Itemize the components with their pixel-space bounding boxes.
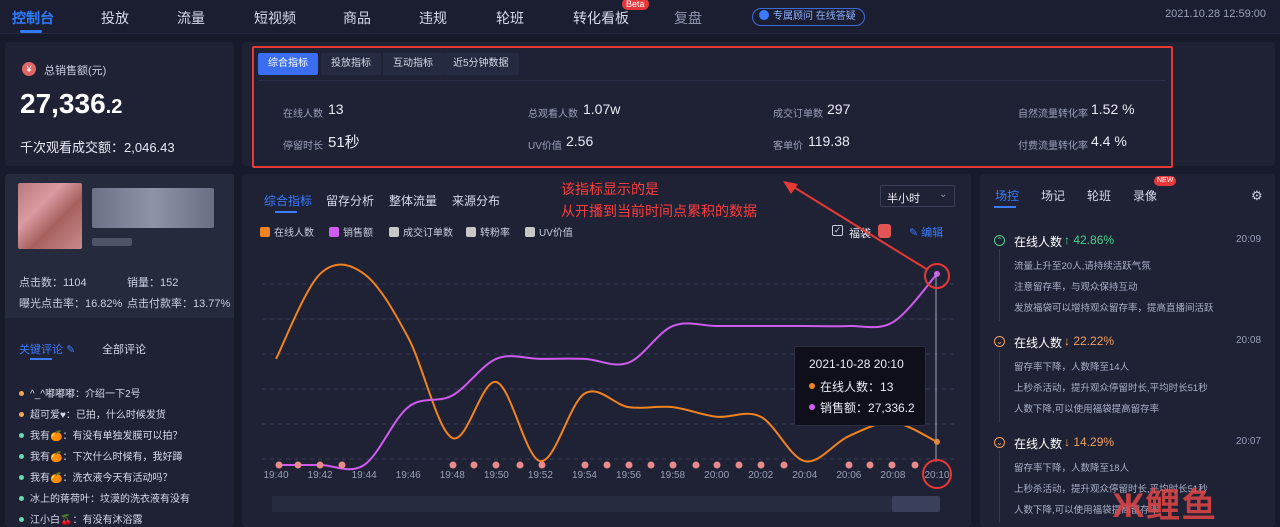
- event-marker[interactable]: [516, 461, 524, 469]
- tooltip-online-dot: [809, 383, 815, 389]
- event-marker[interactable]: [316, 461, 324, 469]
- event-time: 20:08: [1236, 335, 1262, 346]
- event-detail-line: 注意留存率，与观众保持互动: [1014, 282, 1138, 293]
- event-marker[interactable]: [647, 461, 655, 469]
- x-tick-label: 20:00: [704, 470, 730, 481]
- event-marker[interactable]: [780, 461, 788, 469]
- event-marker[interactable]: [757, 461, 765, 469]
- series-point-online[interactable]: [934, 438, 940, 445]
- event-marker[interactable]: [625, 461, 633, 469]
- event-title: 在线人数: [1014, 235, 1063, 249]
- tooltip-sales-row: 销售额：27,336.2: [809, 399, 915, 416]
- chart-tooltip: 2021-10-28 20:10 在线人数：13 销售额：27,336.2: [794, 346, 926, 426]
- x-tick-label: 19:58: [660, 470, 686, 481]
- trend-down-icon: ⌄: [994, 437, 1005, 448]
- timeline-connector: [999, 249, 1000, 321]
- x-tick-label: 19:56: [616, 470, 642, 481]
- annotation-line-2: 从开播到当前时间点累积的数据: [561, 203, 757, 219]
- x-tick-label: 20:06: [836, 470, 862, 481]
- tooltip-sales-dot: [809, 404, 815, 410]
- event-marker[interactable]: [866, 461, 874, 469]
- right-tab-indicator: [994, 206, 1016, 208]
- event-detail-line: 留存率下降，人数降至14人: [1014, 362, 1130, 373]
- event-title: 在线人数: [1014, 437, 1063, 451]
- x-tick-label: 19:52: [527, 470, 553, 481]
- event-marker[interactable]: [735, 461, 743, 469]
- event-marker[interactable]: [338, 461, 346, 469]
- gear-icon[interactable]: ⚙: [1251, 188, 1263, 204]
- event-detail-line: 人数下降,可以使用福袋提高留存率: [1014, 404, 1160, 415]
- event-marker[interactable]: [449, 461, 457, 469]
- x-tick-label: 20:04: [792, 470, 818, 481]
- tooltip-online-row: 在线人数：13: [809, 378, 893, 395]
- event-detail-line: 留存率下降，人数降至18人: [1014, 463, 1130, 474]
- x-tick-label: 20:02: [748, 470, 774, 481]
- event-change-percent: ↑ 42.86%: [1064, 233, 1115, 247]
- chart-markers: [275, 461, 919, 469]
- x-tick-label: 19:46: [395, 470, 421, 481]
- event-marker[interactable]: [911, 461, 919, 469]
- watermark-text: 鲤鱼: [1145, 487, 1218, 525]
- event-detail-line: 发放福袋可以增持观众留存率，提高直播间活跃: [1014, 303, 1214, 314]
- event-marker[interactable]: [294, 461, 302, 469]
- new-badge: NEW: [1154, 176, 1177, 186]
- event-detail-line: 流量上升至20人,请持续活跃气氛: [1014, 261, 1151, 272]
- x-tick-label: 19:42: [307, 470, 333, 481]
- x-tick-label: 20:10: [924, 470, 950, 481]
- annotation-arrow-line: [791, 185, 929, 271]
- chart-scrollbar-thumb[interactable]: [892, 496, 940, 512]
- event-marker[interactable]: [603, 461, 611, 469]
- event-title: 在线人数: [1014, 336, 1063, 350]
- event-marker[interactable]: [492, 461, 500, 469]
- event-marker[interactable]: [692, 461, 700, 469]
- tooltip-time: 2021-10-28 20:10: [809, 357, 904, 371]
- right-tab-shifts[interactable]: 轮班: [1087, 187, 1111, 204]
- trend-up-icon: ⌃: [994, 235, 1005, 246]
- right-tab-control[interactable]: 场控: [995, 187, 1019, 204]
- x-tick-label: 19:54: [571, 470, 597, 481]
- chart-scrollbar[interactable]: [272, 496, 940, 512]
- x-tick-label: 19:44: [351, 470, 377, 481]
- timeline-connector: [999, 451, 1000, 523]
- event-detail-line: 上秒杀活动，提升观众停留时长,平均时长51秒: [1014, 383, 1208, 394]
- event-time: 20:09: [1236, 234, 1262, 245]
- timeline-connector: [999, 350, 1000, 422]
- event-marker[interactable]: [713, 461, 721, 469]
- event-change-percent: ↓ 14.29%: [1064, 435, 1115, 449]
- event-marker[interactable]: [669, 461, 677, 469]
- x-tick-label: 19:50: [483, 470, 509, 481]
- event-time: 20:07: [1236, 436, 1262, 447]
- watermark-logo: Ж鲤鱼: [1113, 487, 1218, 525]
- x-tick-label: 19:40: [263, 470, 289, 481]
- right-tab-recordings[interactable]: 录像: [1133, 187, 1157, 204]
- event-change-percent: ↓ 22.22%: [1064, 334, 1115, 348]
- event-marker[interactable]: [845, 461, 853, 469]
- event-marker[interactable]: [538, 461, 546, 469]
- event-marker[interactable]: [470, 461, 478, 469]
- event-marker[interactable]: [888, 461, 896, 469]
- tooltip-sales-label: 销售额：: [820, 401, 869, 415]
- tooltip-online-value: 13: [880, 380, 894, 394]
- series-point-sales[interactable]: [934, 270, 940, 277]
- right-tab-notes[interactable]: 场记: [1041, 187, 1065, 204]
- event-marker[interactable]: [581, 461, 589, 469]
- trend-down-icon: ⌄: [994, 336, 1005, 347]
- annotation-line-1: 该指标显示的是: [561, 181, 659, 197]
- event-marker[interactable]: [275, 461, 283, 469]
- tooltip-sales-value: 27,336.2: [868, 401, 915, 415]
- tooltip-online-label: 在线人数：: [820, 380, 881, 394]
- x-tick-label: 19:48: [439, 470, 465, 481]
- x-tick-label: 20:08: [880, 470, 906, 481]
